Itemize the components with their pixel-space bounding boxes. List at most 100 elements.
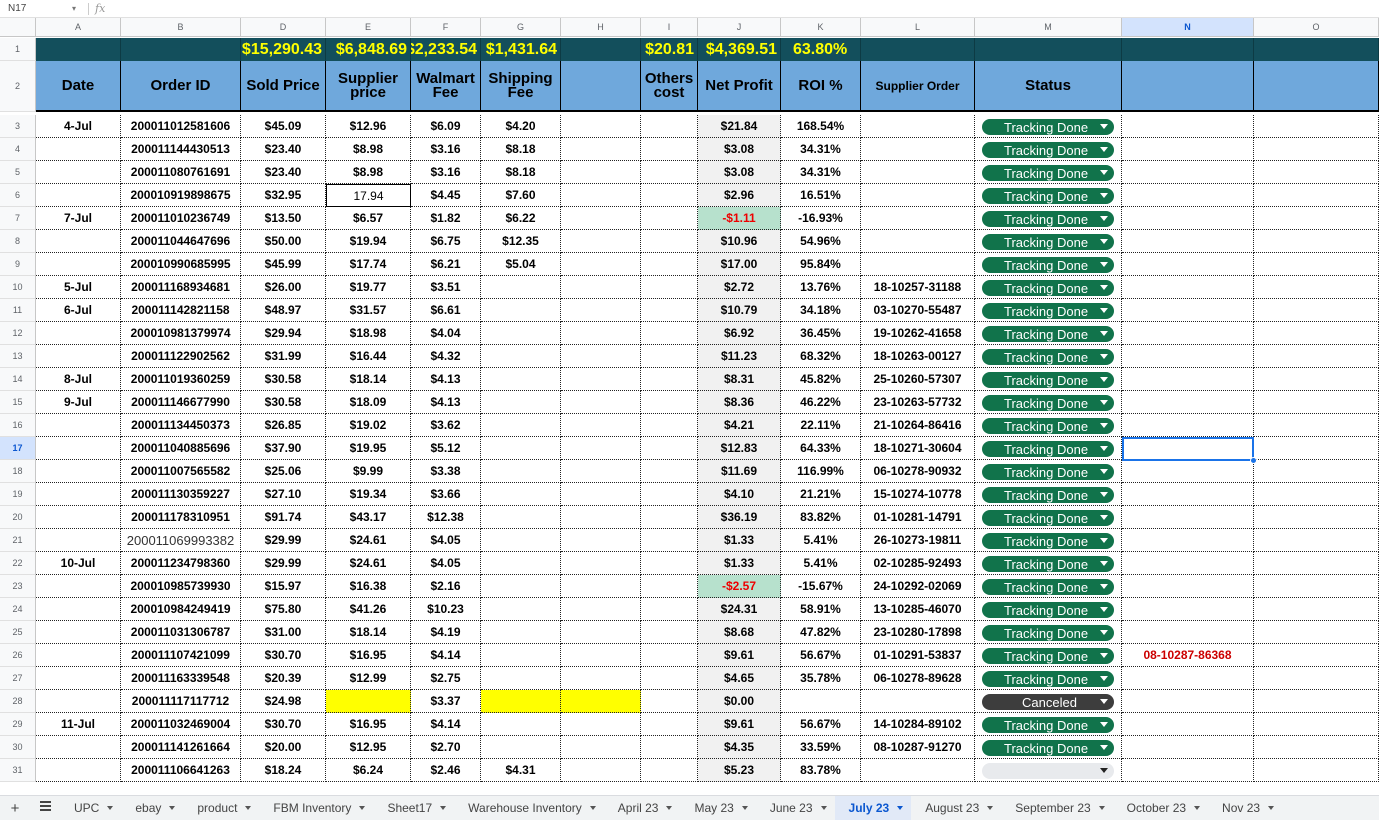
roi-cell[interactable]: 45.82% (781, 368, 861, 391)
others-cost-cell[interactable] (641, 506, 698, 529)
supplier-order-cell[interactable]: 13-10285-46070 (861, 598, 975, 621)
net-profit-cell[interactable]: $24.31 (698, 598, 781, 621)
date-cell[interactable] (36, 667, 121, 690)
status-dropdown[interactable]: Tracking Done (982, 303, 1114, 319)
supplier-order-cell[interactable] (861, 690, 975, 713)
row-header[interactable]: 31 (0, 759, 36, 782)
chevron-down-icon[interactable] (1100, 768, 1108, 773)
row-header[interactable]: 16 (0, 414, 36, 437)
empty-cell[interactable] (561, 483, 641, 506)
supplier-price-cell[interactable]: $19.94 (326, 230, 411, 253)
chevron-down-icon[interactable] (1100, 630, 1108, 635)
sheet-tab[interactable]: FBM Inventory (259, 796, 373, 820)
status-dropdown[interactable]: Tracking Done (982, 717, 1114, 733)
net-profit-cell[interactable]: $2.72 (698, 276, 781, 299)
supplier-price-cell[interactable]: $18.14 (326, 368, 411, 391)
roi-cell[interactable]: 13.76% (781, 276, 861, 299)
empty-cell[interactable] (561, 138, 641, 161)
walmart-fee-cell[interactable]: $6.61 (411, 299, 481, 322)
supplier-order-cell[interactable]: 01-10281-14791 (861, 506, 975, 529)
summary-shipping-fee[interactable]: $1,431.64 (481, 38, 561, 61)
sheet-tab[interactable]: Warehouse Inventory (454, 796, 604, 820)
sheet-tab[interactable]: product (183, 796, 259, 820)
order-id-cell[interactable]: 200011106641263 (121, 759, 241, 782)
sheet-tab[interactable]: October 23 (1113, 796, 1208, 820)
order-id-cell[interactable]: 200011163339548 (121, 667, 241, 690)
chevron-down-icon[interactable] (1100, 193, 1108, 198)
row-header[interactable]: 3 (0, 115, 36, 138)
shipping-fee-cell[interactable] (481, 621, 561, 644)
walmart-fee-cell[interactable]: $12.38 (411, 506, 481, 529)
shipping-fee-cell[interactable] (481, 368, 561, 391)
chevron-down-icon[interactable] (1100, 239, 1108, 244)
chevron-down-icon[interactable] (1100, 331, 1108, 336)
sheet-tab[interactable]: September 23 (1001, 796, 1112, 820)
sold-price-cell[interactable]: $20.00 (241, 736, 326, 759)
sold-price-cell[interactable]: $29.94 (241, 322, 326, 345)
chevron-down-icon[interactable] (169, 806, 176, 810)
empty-cell[interactable] (1254, 230, 1379, 253)
row-header[interactable]: 4 (0, 138, 36, 161)
empty-cell[interactable] (1254, 483, 1379, 506)
status-dropdown[interactable]: Tracking Done (982, 257, 1114, 273)
sold-price-cell[interactable]: $48.97 (241, 299, 326, 322)
order-id-cell[interactable]: 200011031306787 (121, 621, 241, 644)
walmart-fee-cell[interactable]: $3.38 (411, 460, 481, 483)
supplier-order-cell[interactable]: 23-10280-17898 (861, 621, 975, 644)
order-id-cell[interactable]: 200011122902562 (121, 345, 241, 368)
row-header[interactable]: 18 (0, 460, 36, 483)
roi-cell[interactable]: -15.67% (781, 575, 861, 598)
walmart-fee-cell[interactable]: $5.12 (411, 437, 481, 460)
status-dropdown[interactable]: Canceled (982, 694, 1114, 710)
walmart-fee-cell[interactable]: $4.32 (411, 345, 481, 368)
roi-cell[interactable]: 56.67% (781, 644, 861, 667)
row-header[interactable]: 28 (0, 690, 36, 713)
roi-cell[interactable]: 47.82% (781, 621, 861, 644)
empty-cell[interactable] (1254, 368, 1379, 391)
empty-cell[interactable] (1254, 184, 1379, 207)
supplier-order-cell[interactable]: 18-10257-31188 (861, 276, 975, 299)
empty-cell[interactable] (1254, 322, 1379, 345)
walmart-fee-cell[interactable]: $4.13 (411, 391, 481, 414)
sheet-tab[interactable]: July 23 (834, 795, 912, 820)
roi-cell[interactable]: 95.84% (781, 253, 861, 276)
date-cell[interactable] (36, 322, 121, 345)
net-profit-cell[interactable]: $5.23 (698, 759, 781, 782)
empty-cell[interactable] (1122, 299, 1254, 322)
empty-cell[interactable] (561, 253, 641, 276)
sold-price-cell[interactable]: $23.40 (241, 161, 326, 184)
sold-price-cell[interactable]: $29.99 (241, 529, 326, 552)
walmart-fee-cell[interactable]: $4.45 (411, 184, 481, 207)
supplier-price-cell[interactable]: $18.09 (326, 391, 411, 414)
shipping-fee-cell[interactable] (481, 575, 561, 598)
supplier-order-cell[interactable]: 19-10262-41658 (861, 322, 975, 345)
walmart-fee-cell[interactable]: $4.14 (411, 644, 481, 667)
supplier-order-cell[interactable] (861, 115, 975, 138)
sold-price-cell[interactable]: $31.00 (241, 621, 326, 644)
status-dropdown[interactable]: Tracking Done (982, 211, 1114, 227)
supplier-price-cell[interactable]: $16.38 (326, 575, 411, 598)
order-id-cell[interactable]: 200010985739930 (121, 575, 241, 598)
others-cost-cell[interactable] (641, 621, 698, 644)
supplier-price-cell[interactable] (326, 690, 411, 713)
row-header[interactable]: 26 (0, 644, 36, 667)
row-header[interactable]: 13 (0, 345, 36, 368)
supplier-price-cell[interactable]: $12.99 (326, 667, 411, 690)
empty-cell[interactable] (1254, 713, 1379, 736)
walmart-fee-cell[interactable]: $2.75 (411, 667, 481, 690)
others-cost-cell[interactable] (641, 414, 698, 437)
status-dropdown[interactable]: Tracking Done (982, 349, 1114, 365)
row-header[interactable]: 2 (0, 61, 36, 112)
order-id-cell[interactable]: 200011044647696 (121, 230, 241, 253)
empty-cell[interactable] (1122, 690, 1254, 713)
empty-cell[interactable] (1254, 391, 1379, 414)
status-dropdown[interactable]: Tracking Done (982, 740, 1114, 756)
net-profit-cell[interactable]: $3.08 (698, 161, 781, 184)
supplier-order-cell[interactable]: 14-10284-89102 (861, 713, 975, 736)
empty-cell[interactable] (1122, 368, 1254, 391)
column-header-i[interactable]: I (641, 18, 698, 37)
chevron-down-icon[interactable] (440, 806, 447, 810)
row-header[interactable]: 5 (0, 161, 36, 184)
chevron-down-icon[interactable] (1100, 699, 1108, 704)
date-cell[interactable] (36, 506, 121, 529)
